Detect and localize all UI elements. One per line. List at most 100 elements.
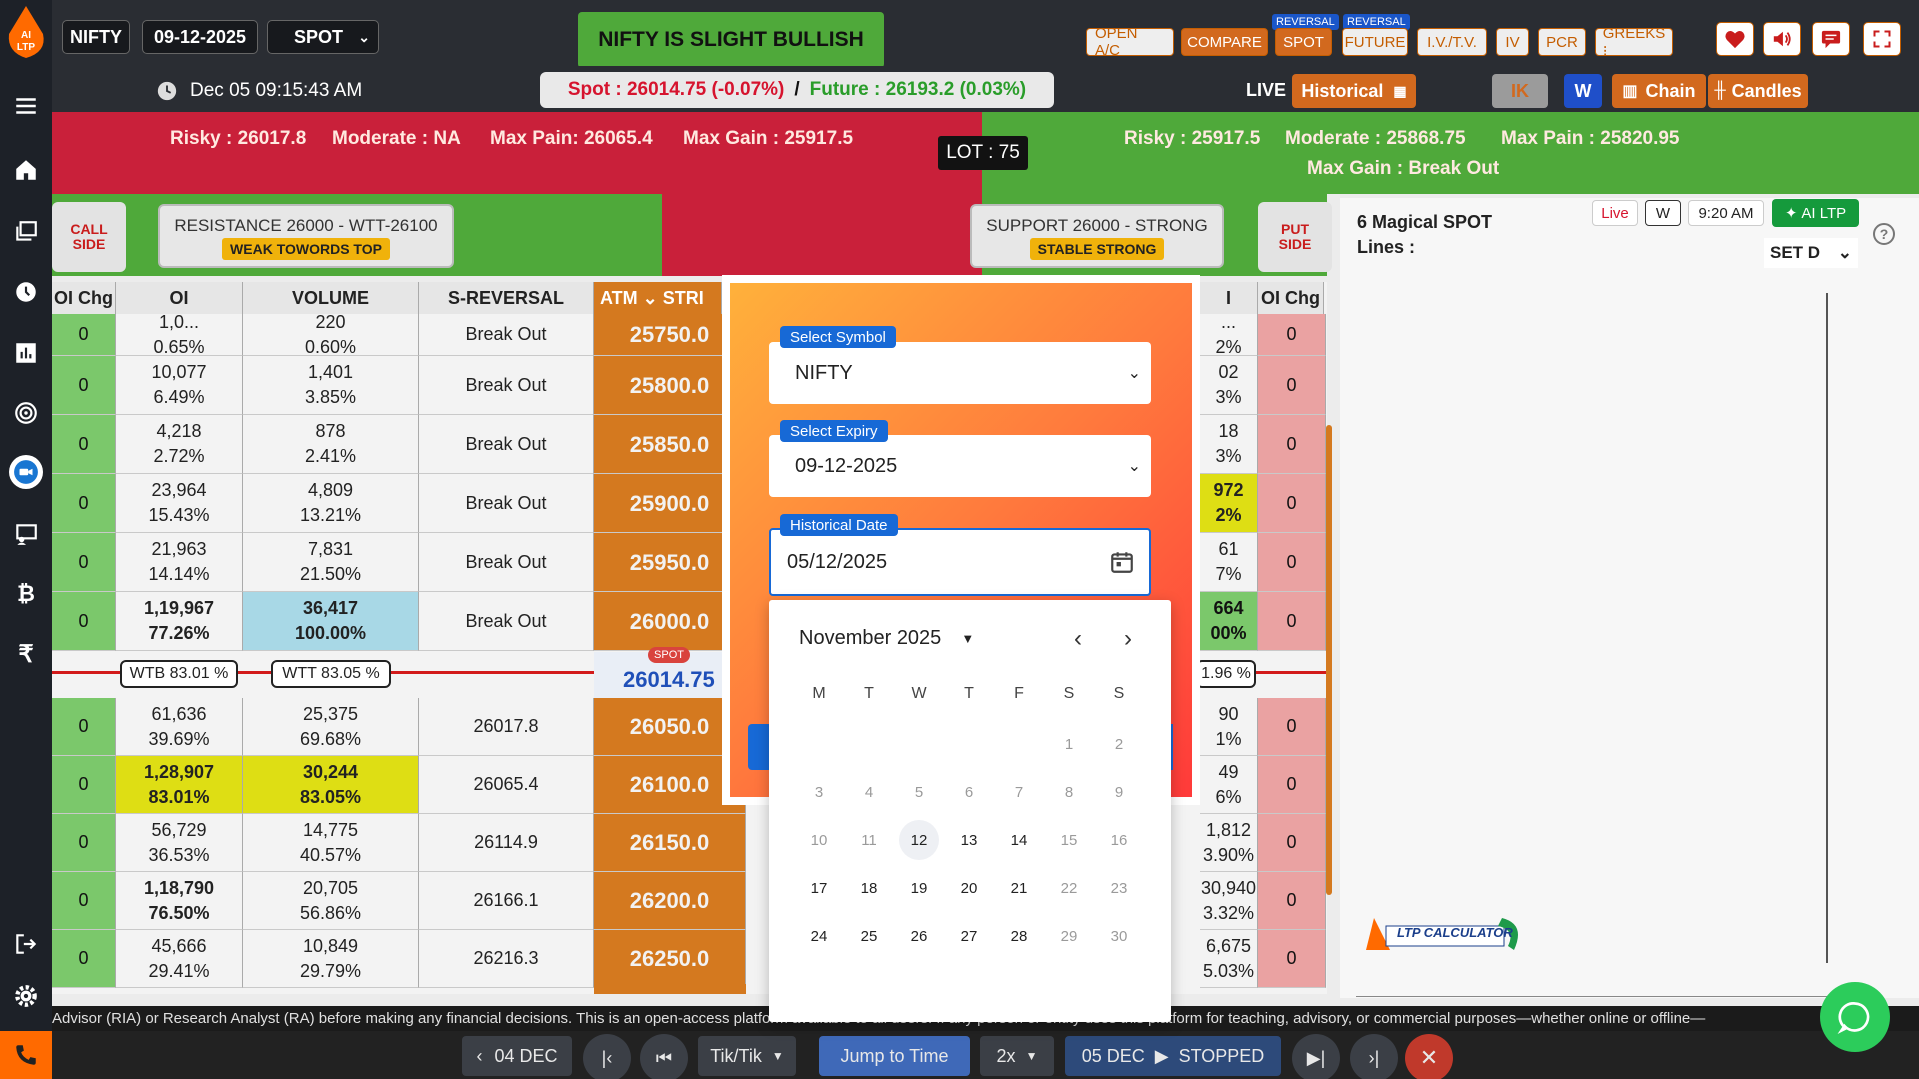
s-reversal-cell: 26216.3 (419, 930, 594, 988)
greeks-button[interactable]: GREEKS ⁝ (1595, 25, 1673, 60)
expiry-select[interactable]: 09-12-2025 ⌄ (769, 435, 1151, 497)
set-select[interactable]: SET D ⌄ (1764, 238, 1858, 268)
chain-button[interactable]: ▥ Chain (1612, 74, 1706, 108)
close-icon[interactable]: ✕ (1405, 1034, 1453, 1079)
speaker-icon[interactable] (1763, 22, 1801, 56)
app-logo[interactable]: AI LTP (0, 0, 52, 66)
bar-chart-icon[interactable] (6, 333, 46, 373)
teacher-icon[interactable] (6, 514, 46, 554)
time-chip[interactable]: 9:20 AM (1688, 200, 1764, 226)
calendar-day[interactable]: 17 (799, 868, 839, 908)
calendar-day[interactable]: 18 (849, 868, 889, 908)
submit-button-edge-right[interactable] (1171, 724, 1173, 770)
put-oi-cell-line: 49 (1218, 761, 1239, 782)
oi-chg-cell: 0 (52, 415, 116, 474)
volume-cell-line: 36,417 (302, 598, 359, 618)
symbol-chip[interactable]: NIFTY (62, 20, 130, 54)
speed-mode-select[interactable]: Tik/Tik ▼ (698, 1036, 796, 1076)
calendar-day[interactable]: 13 (949, 820, 989, 860)
calendar-day[interactable]: 25 (849, 916, 889, 956)
iv-button[interactable]: IV (1496, 28, 1529, 56)
header-put-oi-chg[interactable]: OI Chg (1258, 282, 1324, 314)
put-oi-cell-line: 1,812 (1205, 819, 1252, 840)
skip-forward-icon[interactable]: ▶| (1292, 1034, 1340, 1079)
previous-day-button[interactable]: ‹ 04 DEC (462, 1036, 572, 1076)
chat-icon[interactable] (1820, 982, 1890, 1052)
next-month-icon[interactable]: › (1113, 624, 1143, 654)
oi-chg-cell-line: 0 (78, 433, 89, 454)
s-reversal-cell-line: Break Out (465, 610, 547, 631)
history-icon[interactable] (6, 272, 46, 312)
rupee-icon[interactable]: ₹ (6, 634, 46, 674)
pcr-button[interactable]: PCR (1538, 28, 1586, 56)
calendar-day[interactable]: 26 (899, 916, 939, 956)
bitcoin-icon[interactable]: ₿ (6, 574, 46, 614)
menu-icon[interactable] (6, 86, 46, 126)
prev-month-icon[interactable]: ‹ (1063, 624, 1093, 654)
target-icon[interactable] (6, 393, 46, 433)
iv-tv-button[interactable]: I.V./T.V. (1417, 28, 1487, 56)
jump-to-time-button[interactable]: Jump to Time (819, 1036, 970, 1076)
strike-cell-line: 26150.0 (629, 830, 710, 855)
calendar-day[interactable]: 28 (999, 916, 1039, 956)
playback-status[interactable]: 05 DEC ▶ STOPPED (1065, 1036, 1281, 1076)
candles-button[interactable]: ╫ Candles (1708, 74, 1808, 108)
strike-cell[interactable]: 26250.0 (594, 930, 746, 988)
header-oi-chg[interactable]: OI Chg (52, 282, 116, 314)
calendar-day[interactable]: 19 (899, 868, 939, 908)
historical-button[interactable]: Historical ▦ (1292, 74, 1416, 108)
forward-end-icon[interactable]: ›| (1350, 1034, 1398, 1079)
fullscreen-icon[interactable] (1863, 22, 1901, 56)
spot-reversal-button[interactable]: SPOT (1275, 28, 1332, 56)
speed-select[interactable]: 2x ▼ (980, 1036, 1054, 1076)
strike-cell[interactable]: 26200.0 (594, 872, 746, 930)
logout-icon[interactable] (6, 924, 46, 964)
calendar-day: 7 (1014, 783, 1024, 801)
rewind-start-icon[interactable]: |‹ (583, 1034, 631, 1079)
home-icon[interactable] (6, 150, 46, 190)
calendar-day[interactable]: 27 (949, 916, 989, 956)
settings-icon[interactable] (6, 976, 46, 1016)
calendar-day[interactable]: 24 (799, 916, 839, 956)
table-scrollbar[interactable] (1326, 425, 1332, 895)
header-s-reversal[interactable]: S-REVERSAL (419, 282, 594, 314)
clock-icon (156, 80, 178, 102)
sidebar: AI LTP ₿ ₹ (0, 0, 52, 1079)
compare-button[interactable]: COMPARE (1181, 28, 1268, 56)
future-reversal-button[interactable]: FUTURE (1342, 28, 1408, 56)
live-toggle[interactable]: Live (1592, 200, 1638, 226)
symbol-label: Select Symbol (780, 326, 896, 348)
help-icon[interactable]: ? (1873, 223, 1895, 245)
heart-icon[interactable] (1716, 22, 1754, 56)
video-icon[interactable] (9, 455, 43, 489)
calendar-day[interactable]: 20 (949, 868, 989, 908)
mode-select[interactable]: SPOT ⌄ (267, 20, 379, 54)
chevron-down-icon: ⌄ (358, 28, 370, 45)
calendar-day[interactable]: 21 (999, 868, 1039, 908)
message-icon[interactable] (1812, 22, 1850, 56)
oi-cell-line: 1,18,790 (143, 877, 215, 898)
skip-back-icon[interactable]: ⏮ (640, 1034, 688, 1079)
ik-button[interactable]: IK (1492, 74, 1548, 108)
volume-cell-line: 69.68% (299, 728, 362, 749)
oi-chg-cell: 0 (52, 474, 116, 533)
w-toggle[interactable]: W (1645, 200, 1681, 226)
calendar-day[interactable]: 12 (899, 820, 939, 860)
header-strike[interactable]: ATM ⌄ STRI (594, 282, 722, 314)
strike-cell[interactable]: 26150.0 (594, 814, 746, 872)
open-account-button[interactable]: OPEN A/C (1086, 25, 1174, 59)
calendar-icon[interactable] (1109, 549, 1135, 575)
calendar-day[interactable]: 14 (999, 820, 1039, 860)
oi-chg-cell: 0 (52, 930, 116, 988)
w-button[interactable]: W (1564, 74, 1602, 108)
calendar-day: 4 (864, 783, 874, 801)
call-max-gain: Max Gain : 25917.5 (683, 128, 854, 149)
phone-icon[interactable] (0, 1031, 52, 1079)
symbol-select[interactable]: NIFTY ⌄ (769, 342, 1151, 404)
ai-ltp-button[interactable]: ✦ AI LTP (1772, 199, 1859, 227)
expiry-chip[interactable]: 09-12-2025 (142, 20, 258, 54)
layers-icon[interactable] (6, 212, 46, 252)
month-year-select[interactable]: November 2025 ▼ (799, 627, 974, 650)
svg-text:AI: AI (21, 30, 31, 41)
historical-date-input[interactable]: 05/12/2025 (769, 528, 1151, 596)
